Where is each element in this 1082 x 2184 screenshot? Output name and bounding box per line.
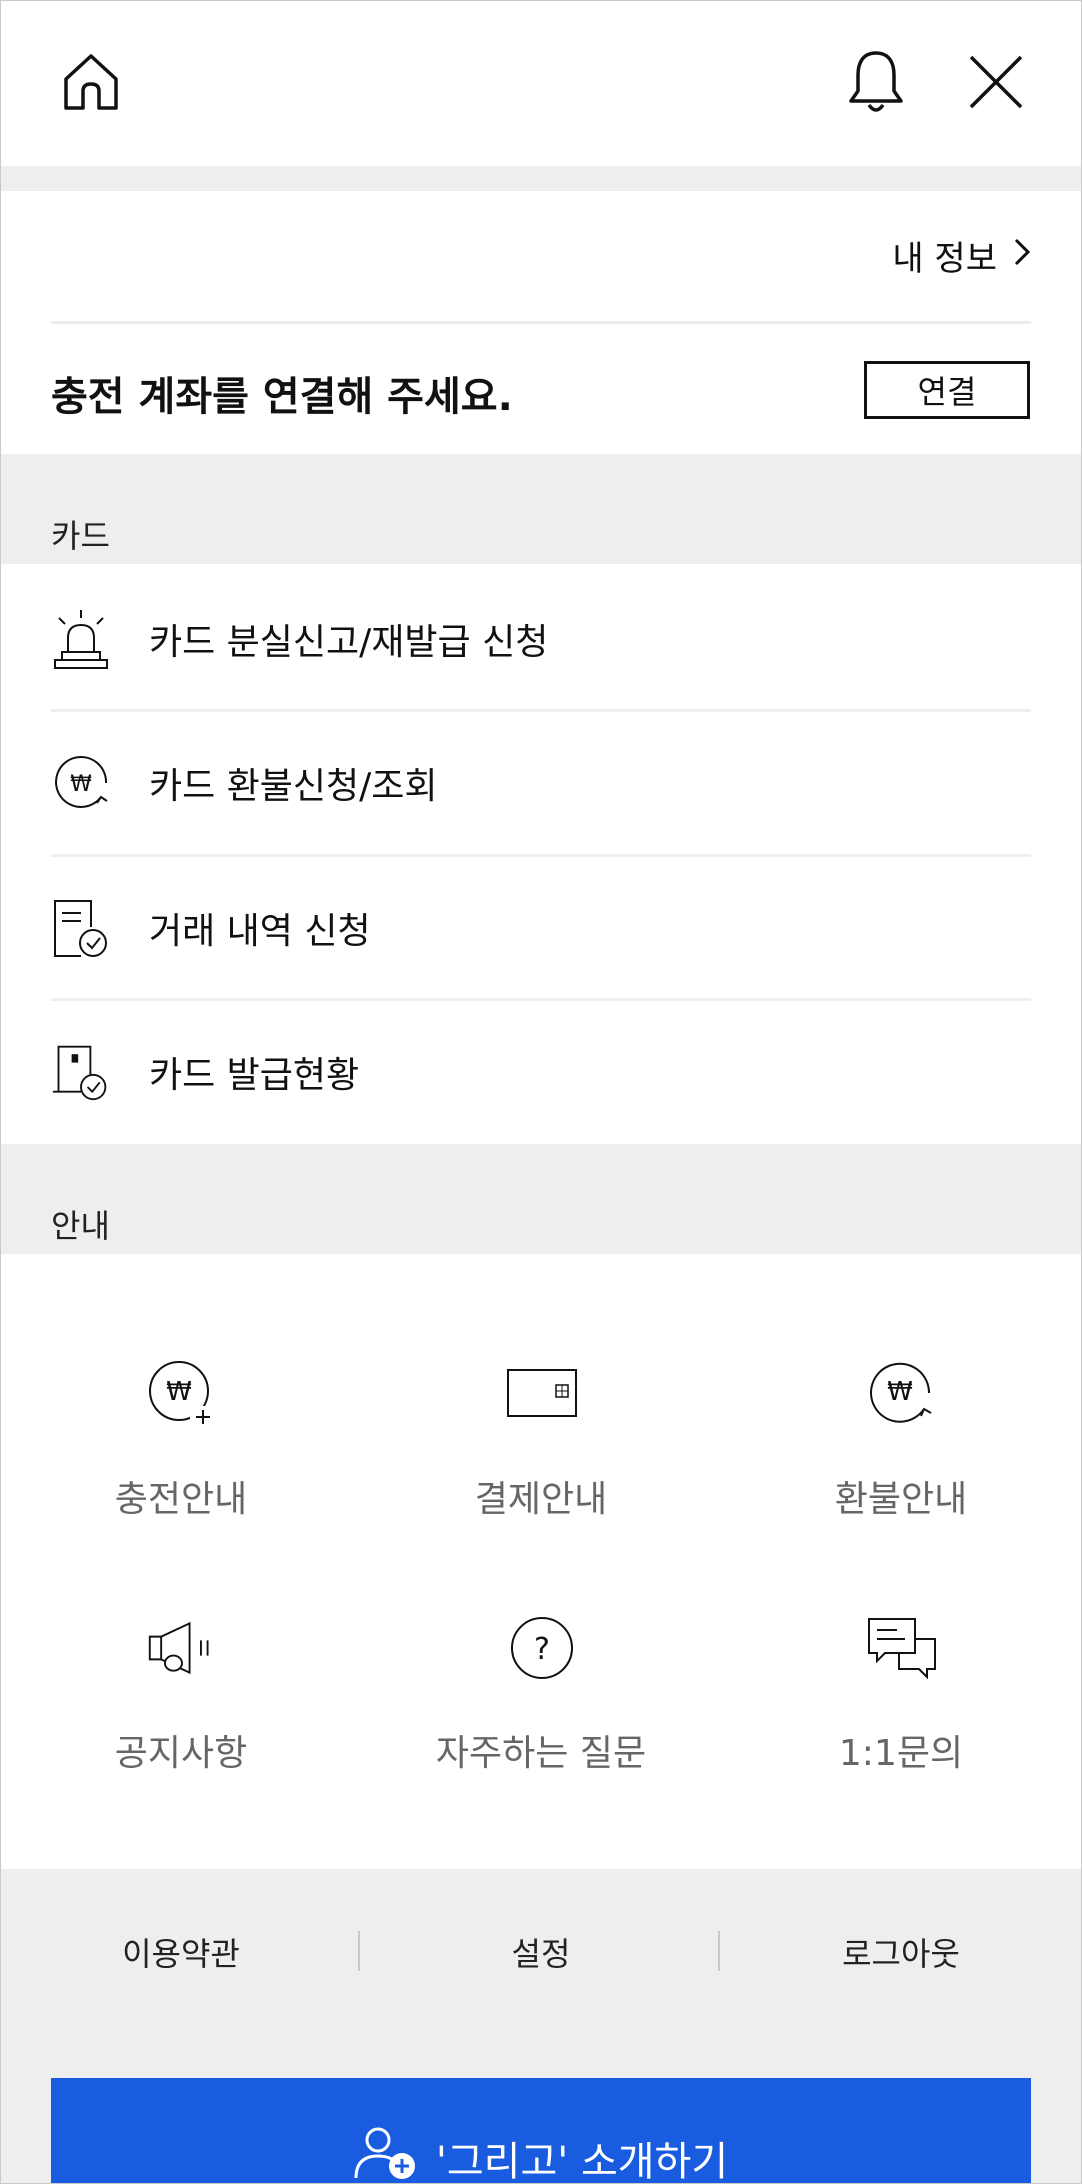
list-item-label: 카드 분실신고/재발급 신청 [149,622,549,663]
charge-account-message: 충전 계좌를 연결해 주세요. [51,374,513,420]
terms-link[interactable]: 이용약관 [1,1929,361,1975]
svg-text:₩: ₩ [70,772,92,797]
card-lost-report-item[interactable]: 카드 분실신고/재발급 신청 [1,568,1081,710]
svg-text:?: ? [534,1632,550,1667]
close-button[interactable] [953,39,1039,129]
question-icon: ? [506,1612,578,1684]
won-plus-icon: ₩ [146,1358,218,1430]
transaction-history-item[interactable]: 거래 내역 신청 [1,857,1081,999]
invite-button[interactable]: '그리고' 소개하기 [51,2078,1031,2184]
top-bar [1,1,1081,166]
connect-button[interactable]: 연결 [864,361,1030,419]
my-info-label: 내 정보 [892,239,997,279]
card-menu-list: 카드 분실신고/재발급 신청 ₩ 카드 환불신청/조회 거래 내역 신청 카드 … [1,566,1081,1144]
chevron-right-icon [1013,236,1031,276]
megaphone-icon [146,1612,218,1684]
card-section-title: 카드 [51,517,110,555]
document-check-icon [51,898,111,958]
footer: 이용약관 설정 로그아웃 '그리고' 소개하기 [1,1869,1081,2184]
list-item-label: 카드 발급현황 [149,1055,360,1096]
card-refund-item[interactable]: ₩ 카드 환불신청/조회 [1,712,1081,854]
payment-guide-item[interactable]: 결제안내 [361,1358,721,1558]
logout-link[interactable]: 로그아웃 [721,1929,1081,1975]
footer-divider [718,1931,720,1971]
home-button[interactable] [51,39,131,129]
info-section-header [1,1144,1081,1254]
grid-item-label: 환불안내 [834,1479,968,1520]
list-item-label: 카드 환불신청/조회 [149,766,438,807]
inquiry-item[interactable]: 1:1문의 [721,1612,1081,1812]
refund-guide-item[interactable]: ₩ 환불안내 [721,1358,1081,1558]
settings-link[interactable]: 설정 [361,1929,721,1975]
list-item-label: 거래 내역 신청 [149,911,371,952]
info-section-title: 안내 [51,1207,110,1245]
card-check-icon [51,1042,111,1102]
grid-item-label: 1:1문의 [838,1733,964,1774]
grid-item-label: 자주하는 질문 [435,1733,647,1774]
grid-item-label: 결제안내 [474,1479,608,1520]
footer-divider [358,1931,360,1971]
add-user-icon [354,2126,418,2183]
svg-text:₩: ₩ [887,1377,913,1407]
charge-account-row: 충전 계좌를 연결해 주세요. 연결 [1,324,1081,454]
bell-icon [847,49,905,119]
invite-button-content: '그리고' 소개하기 [354,2126,729,2184]
notice-item[interactable]: 공지사항 [1,1612,361,1812]
close-icon [968,54,1024,114]
faq-item[interactable]: ? 자주하는 질문 [361,1612,721,1812]
siren-icon [51,609,111,669]
won-return-icon: ₩ [866,1358,938,1430]
card-icon [506,1358,578,1430]
menu-screen: 내 정보 충전 계좌를 연결해 주세요. 연결 카드 카드 분실신고/재발급 신… [0,0,1082,2184]
card-section-header [1,454,1081,564]
svg-text:₩: ₩ [166,1377,192,1407]
invite-label: '그리고' 소개하기 [435,2139,729,2184]
my-info-link[interactable]: 내 정보 [892,231,1031,280]
header-spacer [1,166,1081,191]
chat-icon [866,1612,938,1684]
grid-item-label: 충전안내 [114,1479,248,1520]
won-refund-icon: ₩ [51,753,111,813]
home-icon [60,51,122,117]
my-info-row: 내 정보 [1,191,1081,321]
notification-button[interactable] [833,39,919,129]
grid-item-label: 공지사항 [114,1733,248,1774]
charge-guide-item[interactable]: ₩ 충전안내 [1,1358,361,1558]
info-menu-grid: ₩ 충전안내 결제안내 ₩ 환불안내 공지사항 ? 자주하는 질문 1:1문의 [1,1254,1081,1869]
card-issue-status-item[interactable]: 카드 발급현황 [1,1001,1081,1143]
